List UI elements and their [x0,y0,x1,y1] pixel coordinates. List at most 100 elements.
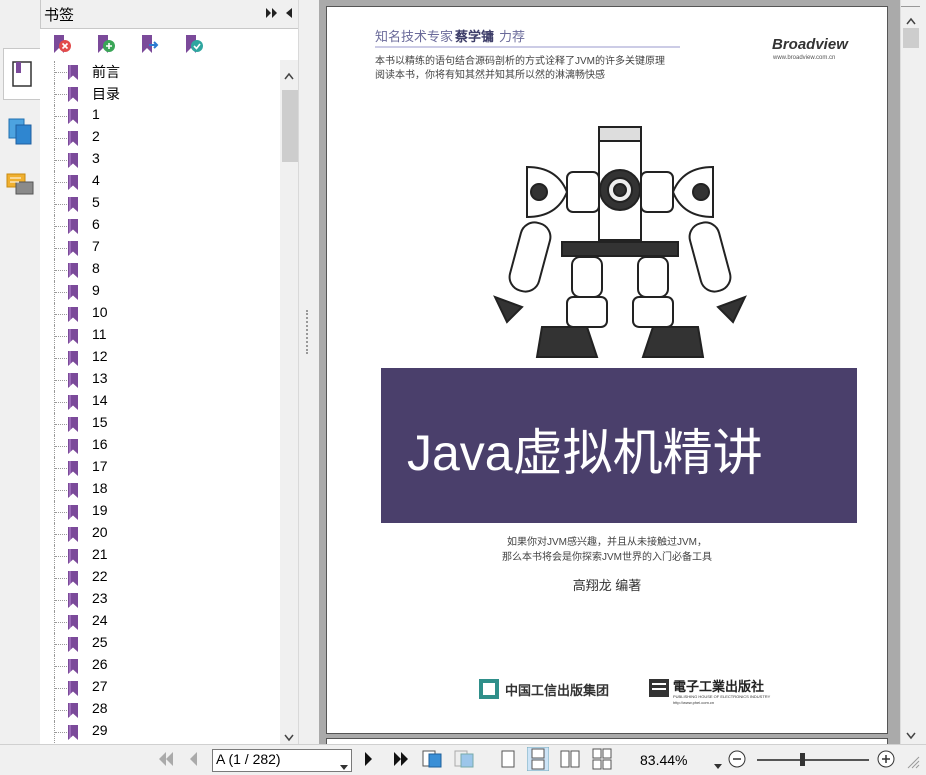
bookmark-item[interactable]: 2 [40,127,280,149]
bookmark-icon [68,241,78,256]
zoom-slider-track[interactable] [757,759,869,761]
bookmark-item[interactable]: 14 [40,391,280,413]
next-page-icon[interactable] [364,751,374,771]
bookmark-icon [68,505,78,520]
expand-panel-icon[interactable] [265,7,279,23]
delete-bookmark-icon[interactable] [50,33,72,55]
bookmark-item[interactable]: 1 [40,105,280,127]
single-page-view-icon[interactable] [500,750,516,772]
scroll-up-icon[interactable] [284,68,294,84]
confirm-bookmark-icon[interactable] [182,33,204,55]
tree-branch [55,314,67,315]
bookmark-label: 13 [92,370,108,386]
bookmark-item[interactable]: 4 [40,171,280,193]
bookmark-item[interactable]: 16 [40,435,280,457]
doc-scroll-down-icon[interactable] [906,728,916,744]
bookmark-item[interactable]: 8 [40,259,280,281]
next-view-icon[interactable] [453,749,475,773]
pages-tab[interactable] [3,106,37,156]
bookmark-icon [68,329,78,344]
bookmark-label: 4 [92,172,100,188]
status-toolbar: A (1 / 282) 83.44% [0,744,926,774]
bookmark-icon [68,153,78,168]
bookmark-icon [68,637,78,652]
bookmark-item[interactable]: 29 [40,721,280,743]
bookmark-icon [68,571,78,586]
bookmark-icon [68,615,78,630]
bookmark-icon [68,549,78,564]
first-page-icon[interactable] [157,751,175,771]
bookmark-icon [68,395,78,410]
robot-illustration [493,126,747,358]
publisher-url: www.broadview.com.cn [772,55,835,61]
bookmark-label: 3 [92,150,100,166]
zoom-out-icon[interactable] [728,750,746,772]
bookmark-item[interactable]: 3 [40,149,280,171]
panel-splitter[interactable] [298,0,319,744]
bookmark-icon [68,659,78,674]
bookmark-item[interactable]: 7 [40,237,280,259]
bookmark-item[interactable]: 27 [40,677,280,699]
previous-view-icon[interactable] [421,749,443,773]
bookmark-label: 5 [92,194,100,210]
last-page-icon[interactable] [392,751,410,771]
document-scroll-thumb[interactable] [903,28,919,48]
bookmark-icon [68,307,78,322]
resize-grip-icon[interactable] [906,755,920,773]
bookmark-item[interactable]: 前言 [40,61,280,83]
collapse-panel-icon[interactable] [285,7,293,23]
bookmark-scrollbar[interactable] [280,60,298,744]
bookmark-item[interactable]: 5 [40,193,280,215]
bookmarks-toolbar [40,28,298,61]
bookmark-item[interactable]: 12 [40,347,280,369]
continuous-facing-view-icon[interactable] [592,748,612,774]
tree-branch [55,380,67,381]
tree-branch [55,732,67,733]
zoom-level[interactable]: 83.44% [640,752,687,768]
bookmark-item[interactable]: 10 [40,303,280,325]
bookmark-icon [68,65,78,80]
bookmark-item[interactable]: 22 [40,567,280,589]
comments-tab[interactable] [3,160,37,210]
document-viewport[interactable]: 知名技术专家 蔡学镛 力荐 Broadview www.broadview.co… [319,0,900,744]
bookmark-item[interactable]: 17 [40,457,280,479]
zoom-slider-thumb[interactable] [800,753,805,766]
bookmark-item[interactable]: 23 [40,589,280,611]
bookmark-item[interactable]: 6 [40,215,280,237]
facing-view-icon[interactable] [560,750,580,772]
bookmark-label: 14 [92,392,108,408]
bookmark-item[interactable]: 19 [40,501,280,523]
author: 高翔龙 编著 [573,578,642,593]
bookmark-item[interactable]: 9 [40,281,280,303]
goto-bookmark-icon[interactable] [138,33,160,55]
tree-branch [55,160,67,161]
bookmark-item[interactable]: 18 [40,479,280,501]
bookmark-scroll-thumb[interactable] [282,90,298,162]
bookmark-icon [68,109,78,124]
bookmark-item[interactable]: 13 [40,369,280,391]
bookmark-item[interactable]: 20 [40,523,280,545]
bookmarks-tab[interactable] [3,48,40,100]
bookmark-item[interactable]: 11 [40,325,280,347]
bookmark-item[interactable]: 25 [40,633,280,655]
doc-scroll-up-icon[interactable] [906,13,916,29]
bookmark-label: 22 [92,568,108,584]
add-bookmark-icon[interactable] [94,33,116,55]
tree-branch [55,204,67,205]
publisher2-en: PUBLISHING HOUSE OF ELECTRONICS INDUSTRY [673,694,771,699]
scroll-top-edge [901,0,920,7]
zoom-dropdown-icon[interactable] [714,757,722,773]
bookmark-item[interactable]: 24 [40,611,280,633]
continuous-view-icon[interactable] [526,746,550,775]
bookmark-item[interactable]: 21 [40,545,280,567]
bookmark-item[interactable]: 26 [40,655,280,677]
tree-branch [55,490,67,491]
bookmark-item[interactable]: 15 [40,413,280,435]
bookmark-item[interactable]: 28 [40,699,280,721]
side-rail [0,0,41,744]
page-number-select[interactable]: A (1 / 282) [212,749,352,772]
document-scrollbar[interactable] [900,0,921,744]
prev-page-icon[interactable] [188,751,198,771]
bookmark-item[interactable]: 目录 [40,83,280,105]
zoom-in-icon[interactable] [877,750,895,772]
